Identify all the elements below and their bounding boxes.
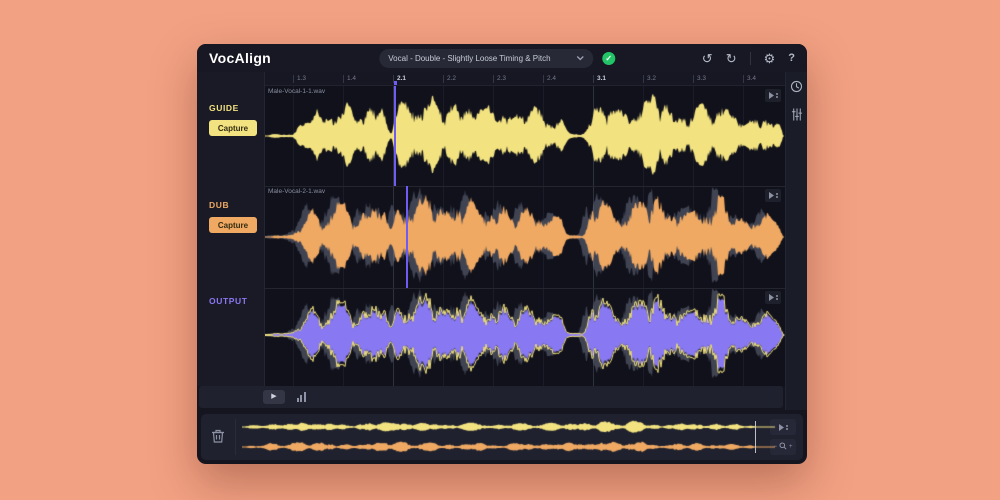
overview-divider <box>235 419 236 455</box>
waveform-area[interactable]: Male-Vocal-1-1.wav Male-Vocal-2-1.wav <box>265 86 785 386</box>
overview-end-marker[interactable] <box>755 421 757 453</box>
ruler[interactable]: 1.3 1.4 2.1 2.2 2.3 2.4 3.1 3.2 3.3 3.4 <box>265 72 785 86</box>
guide-track-header: GUIDE Capture <box>197 103 265 136</box>
settings-gear-icon[interactable]: ⚙ <box>764 52 776 65</box>
output-track-label: OUTPUT <box>209 296 265 306</box>
guide-edit-mode-button[interactable] <box>765 89 781 102</box>
app-logo: VocAlign <box>209 50 271 66</box>
output-waveform[interactable] <box>265 288 785 386</box>
track-label-column: GUIDE Capture DUB Capture OUTPUT <box>197 72 265 386</box>
right-toolbar <box>785 72 807 410</box>
overview-waveforms[interactable] <box>242 417 763 457</box>
settings-sliders-icon[interactable] <box>789 106 805 122</box>
ruler-tick: 3.3 <box>693 75 706 83</box>
header-bar: VocAlign Vocal - Double - Slightly Loose… <box>197 44 807 72</box>
play-button[interactable]: ▶ <box>263 390 285 404</box>
preset-group: Vocal - Double - Slightly Loose Timing &… <box>379 44 615 72</box>
dub-waveform[interactable] <box>265 186 785 288</box>
trash-icon[interactable] <box>209 427 227 447</box>
help-button[interactable]: ? <box>788 52 795 64</box>
dub-file-label: Male-Vocal-2-1.wav <box>268 188 325 195</box>
transport-bar: ▶ <box>199 386 783 408</box>
level-meter-icon[interactable] <box>293 390 309 404</box>
output-edit-mode-button[interactable] <box>765 291 781 304</box>
header-icons: ↺ ↻ ⚙ ? <box>702 52 795 65</box>
overview-panel: − + <box>201 414 803 460</box>
magnifier-icon <box>779 442 787 452</box>
dub-capture-button[interactable]: Capture <box>209 217 257 233</box>
ruler-tick: 1.4 <box>343 75 356 83</box>
main-area: GUIDE Capture DUB Capture OUTPUT 1.3 1.4 2… <box>197 72 807 464</box>
ruler-tick: 2.2 <box>443 75 456 83</box>
preset-status-check-icon: ✓ <box>602 52 615 65</box>
undo-icon[interactable]: ↺ <box>702 52 713 65</box>
dub-edit-mode-button[interactable] <box>765 189 781 202</box>
guide-capture-button[interactable]: Capture <box>209 120 257 136</box>
ruler-tick: 2.3 <box>493 75 506 83</box>
vocalign-window: VocAlign Vocal - Double - Slightly Loose… <box>197 44 807 464</box>
ruler-tick: 3.2 <box>643 75 656 83</box>
ruler-tick: 2.1 <box>393 75 406 83</box>
desktop-background: VocAlign Vocal - Double - Slightly Loose… <box>0 0 1000 500</box>
overview-dub-waveform <box>242 438 776 456</box>
ruler-tick: 3.4 <box>743 75 756 83</box>
header-divider <box>750 52 751 65</box>
ruler-tick: 3.1 <box>593 75 606 83</box>
preset-value: Vocal - Double - Slightly Loose Timing &… <box>388 54 576 63</box>
ruler-tick: 2.4 <box>543 75 556 83</box>
dub-track-header: DUB Capture <box>197 200 265 233</box>
guide-waveform[interactable] <box>265 86 785 186</box>
preset-dropdown[interactable]: Vocal - Double - Slightly Loose Timing &… <box>379 49 593 68</box>
guide-playhead <box>394 86 396 186</box>
history-clock-icon[interactable] <box>789 78 805 94</box>
zoom-in-label[interactable]: + <box>789 444 793 450</box>
overview-guide-waveform <box>242 418 776 436</box>
dub-playhead <box>406 186 408 288</box>
output-track-header: OUTPUT <box>197 296 265 313</box>
dub-track-label: DUB <box>209 200 265 210</box>
redo-icon[interactable]: ↻ <box>726 52 737 65</box>
guide-file-label: Male-Vocal-1-1.wav <box>268 88 325 95</box>
ruler-tick: 1.3 <box>293 75 306 83</box>
guide-track-label: GUIDE <box>209 103 265 113</box>
chevron-down-icon <box>576 54 584 63</box>
